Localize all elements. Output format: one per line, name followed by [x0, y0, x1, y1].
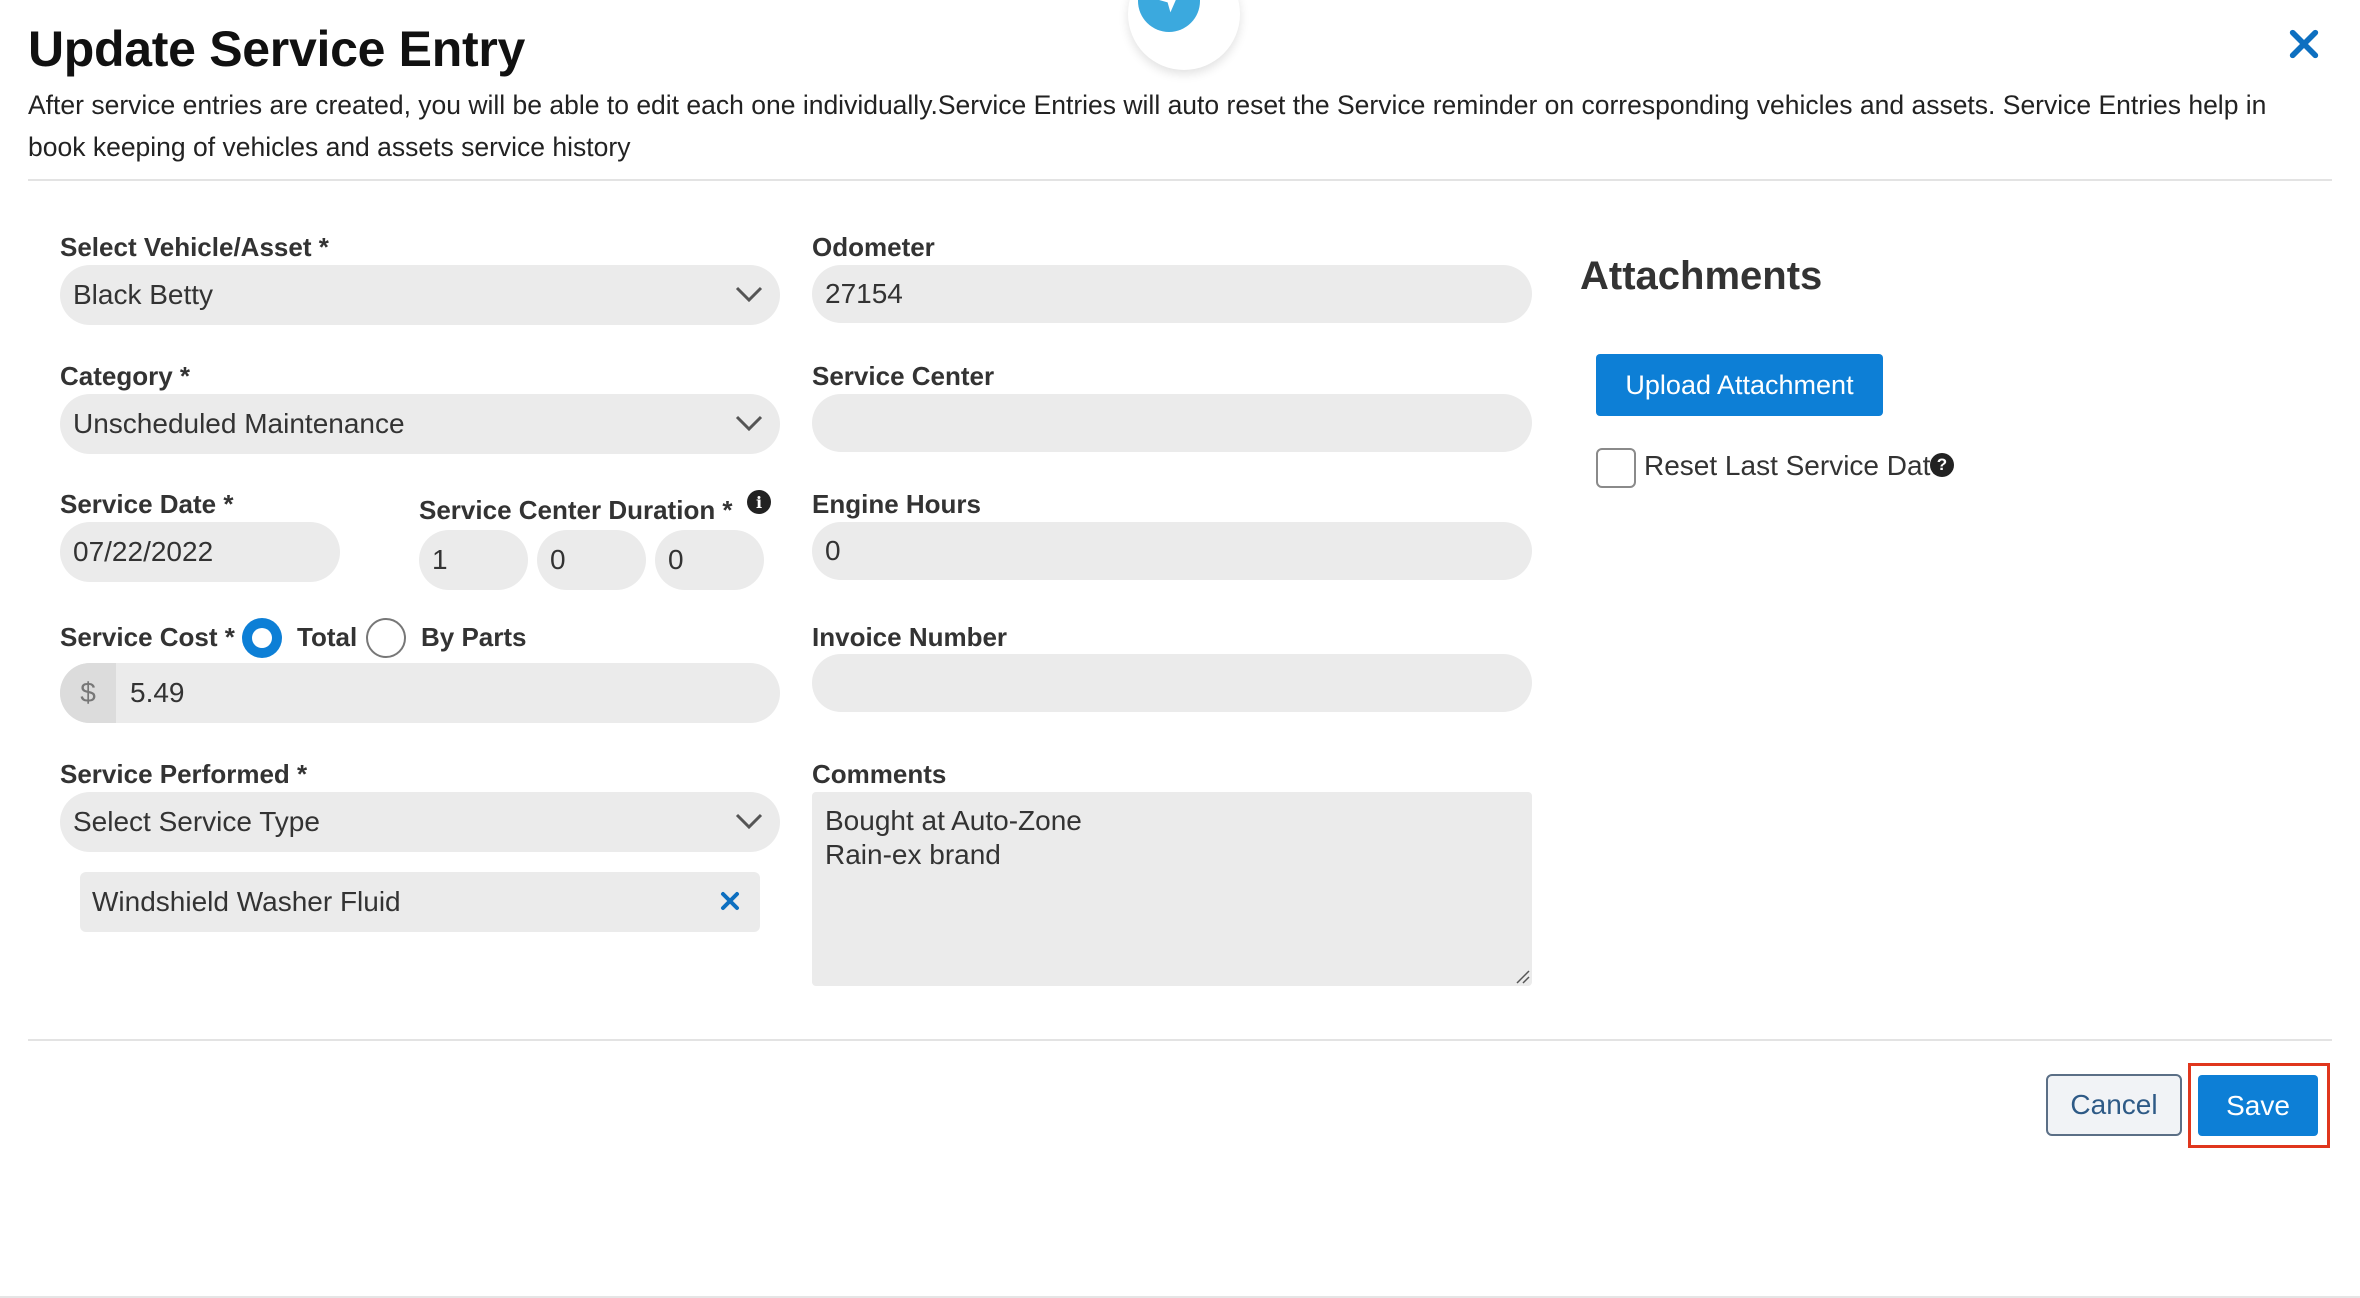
odometer-value: 27154 [825, 278, 903, 309]
service-cost-input[interactable]: $ 5.49 [60, 663, 780, 723]
category-value: Unscheduled Maintenance [73, 408, 405, 439]
comments-textarea[interactable]: Bought at Auto-Zone Rain-ex brand [812, 792, 1532, 986]
reset-last-service-checkbox[interactable] [1596, 448, 1636, 488]
duration-label: Service Center Duration * [419, 495, 733, 525]
duration-days-input[interactable]: 1 [419, 530, 528, 590]
comments-label: Comments [812, 759, 947, 789]
selected-service-label: Windshield Washer Fluid [92, 886, 401, 917]
duration-minutes-value: 0 [668, 544, 684, 575]
selected-service-chip: Windshield Washer Fluid [80, 872, 760, 932]
vehicle-label: Select Vehicle/Asset * [60, 232, 329, 262]
cost-total-label: Total [297, 622, 358, 652]
cancel-button[interactable]: Cancel [2046, 1074, 2182, 1136]
chevron-down-icon [735, 286, 763, 303]
close-icon[interactable] [2282, 22, 2326, 66]
reset-last-service-label: Reset Last Service Date [1644, 450, 1946, 481]
duration-hours-input[interactable]: 0 [537, 530, 646, 590]
service-type-placeholder: Select Service Type [73, 806, 320, 837]
duration-hours-value: 0 [550, 544, 566, 575]
service-performed-label: Service Performed * [60, 759, 308, 789]
modal-title: Update Service Entry [28, 21, 525, 77]
cost-total-radio[interactable] [242, 618, 282, 658]
duration-minutes-input[interactable]: 0 [655, 530, 764, 590]
navigation-arrow-icon [1138, 0, 1200, 32]
upload-attachment-button[interactable]: Upload Attachment [1596, 354, 1883, 416]
chevron-down-icon [735, 415, 763, 432]
save-button[interactable]: Save [2198, 1075, 2318, 1136]
modal-description: After service entries are created, you w… [28, 90, 2267, 162]
cost-by-parts-label: By Parts [421, 622, 527, 652]
service-type-select[interactable]: Select Service Type [60, 792, 780, 852]
resize-handle-icon[interactable] [1514, 968, 1530, 984]
vehicle-select[interactable]: Black Betty [60, 265, 780, 325]
engine-hours-label: Engine Hours [812, 489, 982, 519]
help-icon[interactable]: ? [1930, 453, 1954, 477]
service-date-value: 07/22/2022 [73, 536, 214, 567]
category-label: Category * [60, 361, 191, 391]
service-cost-value: 5.49 [130, 677, 185, 708]
engine-hours-value: 0 [825, 535, 841, 566]
invoice-number-label: Invoice Number [812, 622, 1008, 652]
vehicle-value: Black Betty [73, 279, 214, 310]
attachments-title: Attachments [1580, 254, 1823, 298]
currency-prefix: $ [60, 663, 116, 723]
service-date-label: Service Date * [60, 489, 234, 519]
location-bubble[interactable] [1128, 0, 1240, 70]
odometer-input[interactable]: 27154 [812, 265, 1532, 323]
service-date-input[interactable]: 07/22/2022 [60, 522, 340, 582]
header-divider [28, 179, 2332, 181]
duration-days-value: 1 [432, 544, 448, 575]
footer-divider [28, 1039, 2332, 1041]
chevron-down-icon [735, 813, 763, 830]
category-select[interactable]: Unscheduled Maintenance [60, 394, 780, 454]
engine-hours-input[interactable]: 0 [812, 522, 1532, 580]
service-center-label: Service Center [812, 361, 995, 391]
service-center-input[interactable] [812, 394, 1532, 452]
odometer-label: Odometer [812, 232, 935, 262]
remove-icon[interactable] [718, 889, 742, 913]
cost-by-parts-radio[interactable] [366, 618, 406, 658]
invoice-number-input[interactable] [812, 654, 1532, 712]
info-icon[interactable]: i [747, 490, 771, 514]
service-cost-label: Service Cost * [60, 622, 235, 652]
